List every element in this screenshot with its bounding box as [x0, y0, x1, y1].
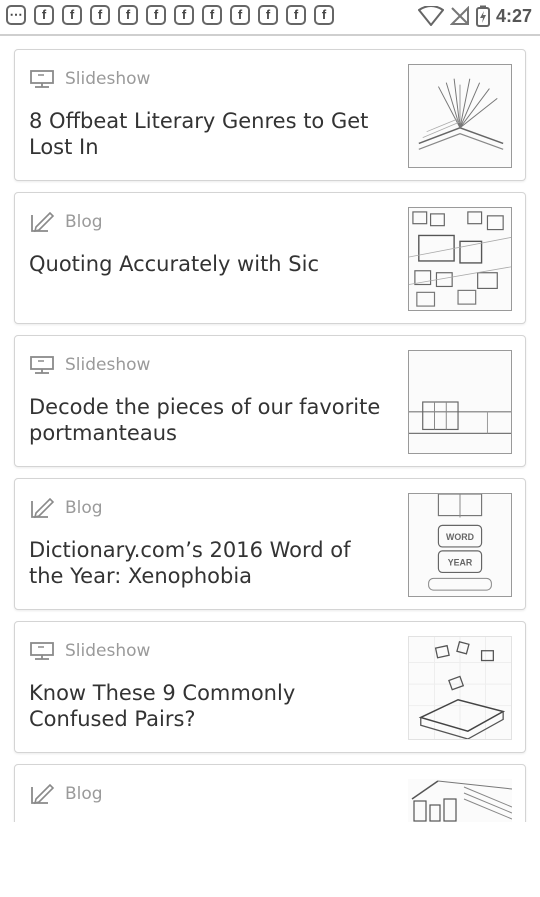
- content-type: Slideshow: [29, 640, 150, 662]
- facebook-icon: f: [202, 5, 222, 25]
- content-type-label: Blog: [65, 212, 103, 232]
- facebook-icon: f: [314, 5, 334, 25]
- article-thumbnail[interactable]: [408, 779, 512, 822]
- article-thumbnail[interactable]: [408, 636, 512, 740]
- article-title[interactable]: Decode the pieces of our favorite portma…: [29, 394, 389, 446]
- article-title[interactable]: 8 Offbeat Literary Genres to Get Lost In: [29, 108, 389, 160]
- scattered-letters-illustration: [409, 637, 511, 739]
- banner-word-text: WORD: [446, 532, 474, 542]
- content-type: Blog: [29, 497, 103, 519]
- slideshow-icon: [30, 356, 54, 374]
- article-thumbnail[interactable]: [408, 350, 512, 454]
- facebook-icon: f: [258, 5, 278, 25]
- feed-card[interactable]: Blog Quoting Accurately with Sic: [14, 192, 526, 324]
- slideshow-icon: [30, 642, 54, 660]
- content-feed[interactable]: Slideshow 8 Offbeat Literary Genres to G…: [0, 36, 540, 822]
- content-type-label: Slideshow: [65, 69, 151, 89]
- blog-icon: [31, 783, 55, 805]
- feed-card[interactable]: Slideshow Know These 9 Commonly Confused…: [14, 621, 526, 753]
- content-type-label: Blog: [65, 498, 103, 518]
- article-title[interactable]: Know These 9 Commonly Confused Pairs?: [29, 680, 389, 732]
- content-type-label: Slideshow: [65, 355, 151, 375]
- content-type-label: Slideshow: [65, 641, 151, 661]
- city-sketch-illustration: [411, 780, 512, 822]
- feed-card[interactable]: Slideshow Decode the pieces of our favor…: [14, 335, 526, 467]
- content-type-label: Blog: [65, 784, 103, 804]
- facebook-icon: f: [174, 5, 194, 25]
- system-icons: 4:27: [417, 5, 532, 27]
- feed-card[interactable]: Blog: [14, 764, 526, 822]
- room-shelf-illustration: [409, 401, 511, 434]
- clock: 4:27: [495, 5, 532, 26]
- word-of-the-year-illustration: WORD YEAR: [428, 494, 492, 591]
- article-title[interactable]: Dictionary.com’s 2016 Word of the Year: …: [29, 537, 389, 589]
- blog-icon: [31, 211, 55, 233]
- article-thumbnail[interactable]: [408, 64, 512, 168]
- feed-card[interactable]: Blog Dictionary.com’s 2016 Word of the Y…: [14, 478, 526, 610]
- no-signal-icon: [449, 6, 469, 25]
- slideshow-icon: [30, 70, 54, 88]
- content-type: Slideshow: [29, 354, 150, 376]
- banner-year-text: YEAR: [448, 558, 473, 568]
- facebook-icon: f: [230, 5, 250, 25]
- facebook-icon: f: [90, 5, 110, 25]
- battery-charging-icon: [475, 5, 490, 27]
- feed-card[interactable]: Slideshow 8 Offbeat Literary Genres to G…: [14, 49, 526, 181]
- open-book-illustration: [418, 78, 504, 150]
- facebook-icon: f: [62, 5, 82, 25]
- wifi-icon: [417, 6, 444, 26]
- facebook-icon: f: [118, 5, 138, 25]
- content-type: Slideshow: [29, 68, 150, 90]
- status-bar: ⋯ f f f f f f f f f f f 4:27: [0, 0, 540, 34]
- article-thumbnail[interactable]: [408, 207, 512, 311]
- facebook-icon: f: [146, 5, 166, 25]
- article-title[interactable]: Quoting Accurately with Sic: [29, 251, 389, 277]
- content-type: Blog: [29, 211, 103, 233]
- facebook-icon: f: [286, 5, 306, 25]
- typewriter-keys-illustration: [409, 211, 511, 307]
- more-icon: ⋯: [6, 5, 26, 25]
- content-type: Blog: [29, 783, 103, 805]
- notification-icons: ⋯ f f f f f f f f f f f: [6, 5, 334, 25]
- facebook-icon: f: [34, 5, 54, 25]
- blog-icon: [31, 497, 55, 519]
- article-thumbnail[interactable]: WORD YEAR: [408, 493, 512, 597]
